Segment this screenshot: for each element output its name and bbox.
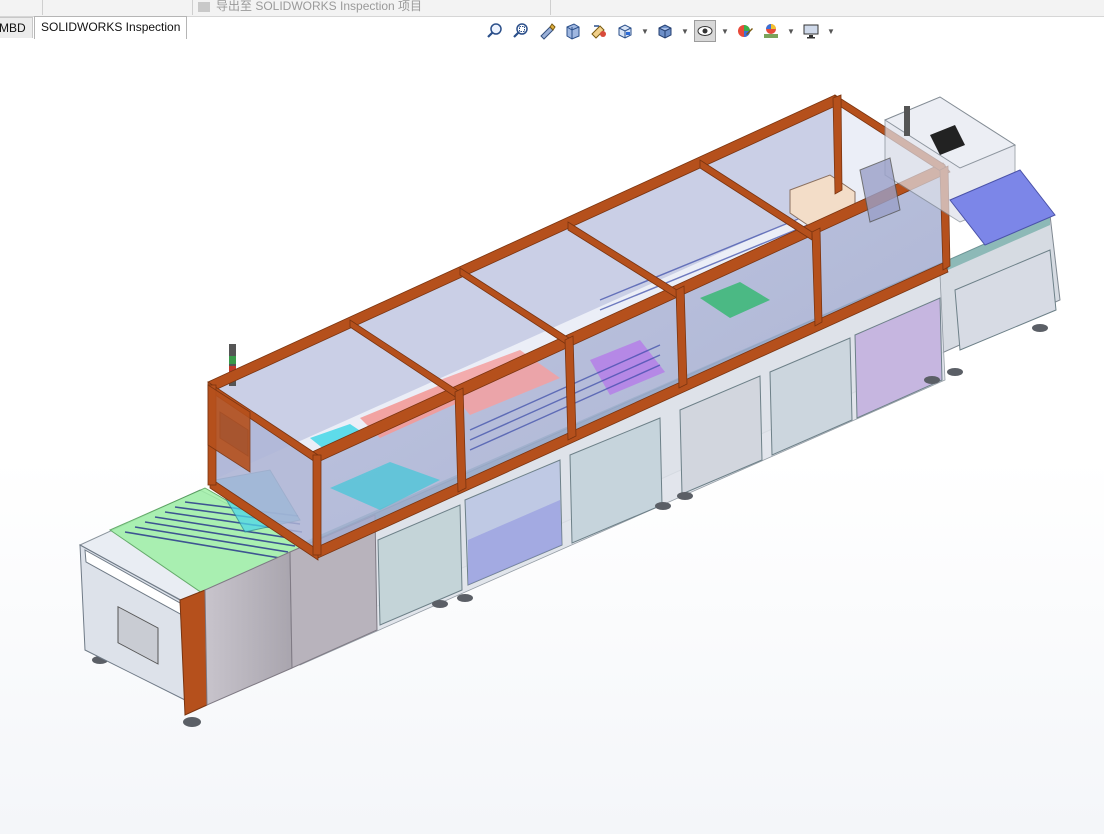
- display-style-dropdown-icon[interactable]: ▼: [680, 20, 690, 42]
- title-strip: 导出至 SOLIDWORKS Inspection 项目: [0, 0, 1104, 17]
- view-orientation-icon[interactable]: [614, 20, 636, 42]
- tab-solidworks-inspection[interactable]: SOLIDWORKS Inspection: [34, 16, 188, 39]
- view-orientation-dropdown-icon[interactable]: ▼: [640, 20, 650, 42]
- zoom-to-fit-icon[interactable]: [484, 20, 506, 42]
- previous-view-icon[interactable]: [536, 20, 558, 42]
- tab-label: SOLIDWORKS Inspection: [41, 20, 181, 34]
- strip-segment: [42, 0, 193, 15]
- view-settings-icon[interactable]: [800, 20, 822, 42]
- assembly-model[interactable]: [0, 40, 1104, 834]
- export-icon: [198, 1, 210, 12]
- view-settings-dropdown-icon[interactable]: ▼: [826, 20, 836, 42]
- tab-label: MBD: [0, 21, 26, 35]
- hide-show-dropdown-icon[interactable]: ▼: [720, 20, 730, 42]
- hide-show-items-icon[interactable]: [694, 20, 716, 42]
- display-style-icon[interactable]: [654, 20, 676, 42]
- section-view-icon[interactable]: [562, 20, 584, 42]
- strip-segment: [0, 0, 43, 15]
- zoom-to-area-icon[interactable]: [510, 20, 532, 42]
- dynamic-annotation-views-icon[interactable]: [588, 20, 610, 42]
- export-inspection-title[interactable]: 导出至 SOLIDWORKS Inspection 项目: [198, 0, 422, 14]
- apply-scene-icon[interactable]: [760, 20, 782, 42]
- apply-scene-dropdown-icon[interactable]: ▼: [786, 20, 796, 42]
- edit-appearance-icon[interactable]: [734, 20, 756, 42]
- tab-mbd[interactable]: MBD: [0, 17, 33, 38]
- graphics-area[interactable]: [0, 40, 1104, 834]
